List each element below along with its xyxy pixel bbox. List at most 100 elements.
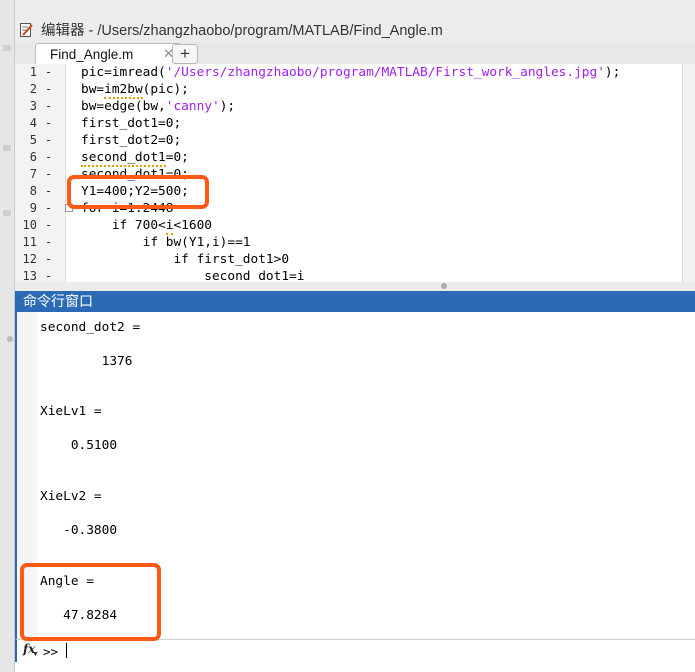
code-text: pic=imread('/Users/zhangzhaobo/program/M… <box>81 64 620 81</box>
code-line[interactable]: 9- for i=1:2448 <box>15 200 695 217</box>
code-token: for i=1:2448 <box>81 201 174 216</box>
line-number: 9 <box>29 201 37 215</box>
code-line[interactable]: 10- if 700<i<1600 <box>15 217 695 235</box>
code-token: second_dot1=0; <box>81 167 189 182</box>
breakpoint-marker[interactable]: - <box>45 234 52 251</box>
fold-toggle-icon[interactable] <box>65 204 73 212</box>
line-number: 2 <box>29 82 37 96</box>
line-number: 4 <box>29 116 37 130</box>
breakpoint-marker[interactable]: - <box>45 268 52 282</box>
code-text: if bw(Y1,i)==1 <box>81 234 251 251</box>
editor-title: 编辑器 - /Users/zhangzhaobo/program/MATLAB/… <box>41 23 443 39</box>
code-text: second_dot1=0; <box>81 166 189 183</box>
code-token: (pic); <box>142 82 189 97</box>
code-line[interactable]: 4- first_dot1=0; <box>15 115 695 132</box>
tab-label: Find_Angle.m <box>50 47 134 62</box>
command-window-title: 命令行窗口 <box>15 291 695 312</box>
code-editor[interactable]: 1- pic=imread('/Users/zhangzhaobo/program… <box>15 64 695 282</box>
code-token: second_dot1=i <box>81 269 305 282</box>
code-token: =0; <box>165 150 189 165</box>
code-token: ); <box>219 99 236 114</box>
panel-grip[interactable] <box>7 336 13 342</box>
code-text: bw=im2bw(pic); <box>81 81 189 99</box>
line-number: 5 <box>29 133 37 147</box>
command-window-gutter <box>17 312 37 652</box>
string-literal: '/Users/zhangzhaobo/program/MATLAB/First… <box>165 65 605 80</box>
code-line[interactable]: 12- if first_dot1>0 <box>15 251 695 268</box>
code-line[interactable]: 3- bw=edge(bw,'canny'); <box>15 98 695 115</box>
line-number: 7 <box>29 167 37 181</box>
code-line[interactable]: 5- first_dot2=0; <box>15 132 695 149</box>
add-tab-button[interactable]: + <box>172 44 198 64</box>
panel-grip[interactable] <box>3 210 11 216</box>
code-text: first_dot2=0; <box>81 132 181 149</box>
editor-panel: 编辑器 - /Users/zhangzhaobo/program/MATLAB/… <box>15 20 695 282</box>
code-line[interactable]: 8- Y1=400;Y2=500; <box>15 183 695 200</box>
breakpoint-marker[interactable]: - <box>45 217 52 234</box>
code-text: if 700<i<1600 <box>81 217 212 235</box>
output-line: second_dot2 = <box>40 320 141 335</box>
code-token: bw=edge(bw, <box>81 99 166 114</box>
line-number: 8 <box>29 184 37 198</box>
output-line: Angle = <box>40 574 94 589</box>
command-window: 命令行窗口 second_dot2 = 1376 XieLv1 = 0.5100… <box>15 291 695 672</box>
code-text: if first_dot1>0 <box>81 251 289 268</box>
warning-token: second_dot1 <box>81 150 166 167</box>
breakpoint-marker[interactable]: - <box>45 98 52 115</box>
code-token: pic=imread( <box>81 65 166 80</box>
splitter-handle[interactable] <box>441 283 447 289</box>
chevron-down-icon[interactable]: ▼ <box>32 651 39 658</box>
output-line: 0.5100 <box>40 438 118 453</box>
code-token: if first_dot1>0 <box>81 252 290 267</box>
code-token: bw= <box>81 82 105 97</box>
code-token: <1600 <box>173 218 212 233</box>
breakpoint-marker[interactable]: - <box>45 81 52 98</box>
code-line[interactable]: 2- bw=im2bw(pic); <box>15 81 695 99</box>
line-number: 11 <box>22 235 37 249</box>
code-text: Y1=400;Y2=500; <box>81 183 189 200</box>
output-line: XieLv2 = <box>40 489 102 504</box>
command-window-output[interactable]: second_dot2 = 1376 XieLv1 = 0.5100 XieLv… <box>15 312 695 652</box>
line-number: 13 <box>22 269 37 282</box>
code-line[interactable]: 13- second_dot1=i <box>15 268 695 282</box>
output-line: XieLv1 = <box>40 404 102 419</box>
code-line[interactable]: 1- pic=imread('/Users/zhangzhaobo/program… <box>15 64 695 81</box>
breakpoint-marker[interactable]: - <box>45 200 52 217</box>
code-line[interactable]: 11- if bw(Y1,i)==1 <box>15 234 695 251</box>
code-token: Y1=400;Y2=500; <box>81 184 189 199</box>
command-prompt-row[interactable]: fx ▼ >> <box>15 639 695 662</box>
code-token: ); <box>604 65 621 80</box>
line-number: 1 <box>29 65 37 79</box>
breakpoint-marker[interactable]: - <box>45 149 52 166</box>
output-line: 47.8284 <box>40 608 118 623</box>
code-text: second_dot1=0; <box>81 149 189 167</box>
breakpoint-marker[interactable]: - <box>45 64 52 81</box>
code-text: second_dot1=i <box>81 268 304 282</box>
command-prompt: >> <box>43 644 59 659</box>
editor-scrollbar[interactable] <box>682 64 695 282</box>
breakpoint-marker[interactable]: - <box>45 166 52 183</box>
code-token: if 700< <box>81 218 166 233</box>
breakpoint-marker[interactable]: - <box>45 251 52 268</box>
line-number: 6 <box>29 150 37 164</box>
code-text: bw=edge(bw,'canny'); <box>81 98 235 115</box>
breakpoint-marker[interactable]: - <box>45 132 52 149</box>
panel-grip[interactable] <box>3 45 11 51</box>
warning-token: im2bw <box>104 82 143 99</box>
output-line: 1376 <box>40 354 133 369</box>
code-line[interactable]: 7- second_dot1=0; <box>15 166 695 183</box>
code-line[interactable]: 6- second_dot1=0; <box>15 149 695 167</box>
text-cursor <box>66 643 67 658</box>
editor-document-icon <box>20 23 33 37</box>
code-text: first_dot1=0; <box>81 115 181 132</box>
tab-find-angle[interactable]: Find_Angle.m ✕ <box>35 43 181 65</box>
line-number: 10 <box>22 218 37 232</box>
code-token: first_dot1=0; <box>81 116 182 131</box>
breakpoint-marker[interactable]: - <box>45 115 52 132</box>
line-number: 3 <box>29 99 37 113</box>
line-number: 12 <box>22 252 37 266</box>
editor-title-bar: 编辑器 - /Users/zhangzhaobo/program/MATLAB/… <box>15 20 695 42</box>
code-token: if bw(Y1,i)==1 <box>81 235 251 250</box>
breakpoint-marker[interactable]: - <box>45 183 52 200</box>
panel-grip[interactable] <box>3 145 11 151</box>
